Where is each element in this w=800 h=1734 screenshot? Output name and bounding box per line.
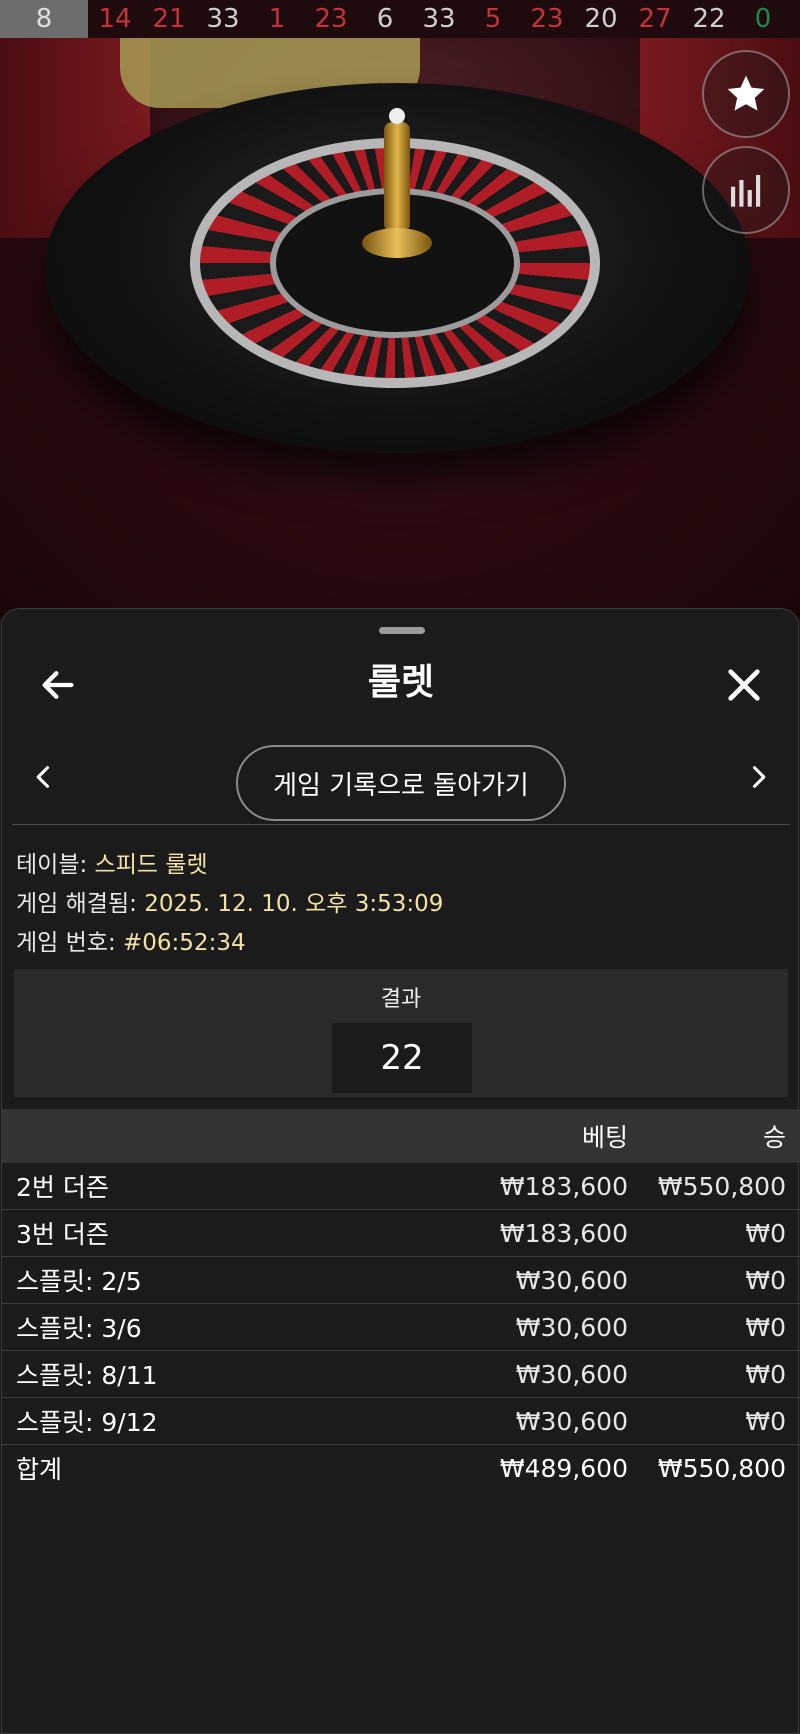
win-amount: ₩0 — [745, 1265, 786, 1295]
favorite-button[interactable] — [702, 50, 790, 138]
result-label: 결과 — [380, 987, 422, 1012]
game-number-label: 게임 번호: — [16, 930, 116, 956]
bet-amount: ₩183,600 — [499, 1218, 628, 1248]
result-panel: 결과 22 — [14, 969, 788, 1097]
history-result: 33 — [206, 4, 240, 34]
statistics-button[interactable] — [702, 146, 790, 234]
history-result: 27 — [638, 4, 672, 34]
table-row: 스플릿: 3/6 ₩30,600 ₩0 — [2, 1304, 800, 1351]
history-result: 0 — [754, 4, 772, 34]
total-label: 합계 — [16, 1455, 63, 1484]
column-header-win: 승 — [762, 1123, 786, 1152]
win-amount: ₩0 — [745, 1359, 786, 1389]
history-result: 21 — [152, 4, 186, 34]
result-number: 22 — [332, 1023, 472, 1093]
history-result: 6 — [376, 4, 394, 34]
win-amount: ₩0 — [745, 1406, 786, 1436]
table-row: 3번 더즌 ₩183,600 ₩0 — [2, 1210, 800, 1257]
roulette-ball — [389, 108, 405, 124]
table-row: 스플릿: 2/5 ₩30,600 ₩0 — [2, 1257, 800, 1304]
win-amount: ₩0 — [745, 1218, 786, 1248]
bet-amount: ₩183,600 — [499, 1171, 628, 1201]
chevron-left-icon — [36, 766, 50, 788]
resolved-info: 게임 해결됨: 2025. 12. 10. 오후 3:53:09 — [16, 884, 443, 918]
chevron-right-icon — [752, 766, 766, 788]
game-navigation: 게임 기록으로 돌아가기 — [2, 737, 800, 821]
bet-amount: ₩30,600 — [515, 1312, 628, 1342]
bar-chart-icon — [731, 175, 761, 207]
star-icon — [727, 75, 765, 111]
history-result: 33 — [422, 4, 456, 34]
history-result: 22 — [692, 4, 726, 34]
page-title: 룰렛 — [367, 662, 435, 703]
table-row: 2번 더즌 ₩183,600 ₩550,800 — [2, 1163, 800, 1210]
resolved-value: 2025. 12. 10. 오후 3:53:09 — [144, 891, 444, 917]
column-header-bet: 베팅 — [581, 1123, 628, 1152]
history-result: 23 — [314, 4, 348, 34]
total-row: 합계 ₩489,600 ₩550,800 — [2, 1445, 800, 1491]
table-row: 스플릿: 8/11 ₩30,600 ₩0 — [2, 1351, 800, 1398]
history-result: 20 — [584, 4, 618, 34]
bet-amount: ₩30,600 — [515, 1359, 628, 1389]
back-to-history-button[interactable]: 게임 기록으로 돌아가기 — [236, 745, 566, 821]
close-icon — [728, 669, 760, 701]
close-button[interactable] — [724, 665, 764, 705]
game-number-value: #06:52:34 — [123, 930, 246, 956]
bet-name: 스플릿: 2/5 — [16, 1267, 142, 1296]
bet-amount: ₩30,600 — [515, 1406, 628, 1436]
bet-name: 스플릿: 3/6 — [16, 1314, 142, 1343]
table-info: 테이블: 스피드 룰렛 — [16, 845, 208, 879]
live-video-feed — [0, 38, 800, 618]
bet-name: 스플릿: 9/12 — [16, 1408, 158, 1437]
sheet-header: 룰렛 — [2, 653, 800, 713]
total-bet: ₩489,600 — [499, 1453, 628, 1483]
win-amount: ₩550,800 — [657, 1171, 786, 1201]
sheet-drag-handle[interactable] — [379, 627, 425, 634]
resolved-label: 게임 해결됨: — [16, 891, 137, 917]
total-win: ₩550,800 — [657, 1453, 786, 1483]
win-amount: ₩0 — [745, 1312, 786, 1342]
bets-table: 베팅 승 2번 더즌 ₩183,600 ₩550,800 3번 더즌 ₩183,… — [2, 1109, 800, 1491]
previous-game-button[interactable] — [30, 763, 58, 791]
bet-name: 3번 더즌 — [16, 1220, 109, 1249]
history-latest-result: 8 — [0, 0, 88, 38]
next-game-button[interactable] — [744, 763, 772, 791]
game-number-info: 게임 번호: #06:52:34 — [16, 923, 246, 957]
history-result: 1 — [268, 4, 286, 34]
wheel-turret — [362, 108, 432, 268]
game-detail-sheet: 룰렛 게임 기록으로 돌아가기 테이블: 스피드 룰렛 게임 해결됨: 2025… — [1, 608, 800, 1734]
table-row: 스플릿: 9/12 ₩30,600 ₩0 — [2, 1398, 800, 1445]
history-result: 14 — [98, 4, 132, 34]
table-header: 베팅 승 — [2, 1109, 800, 1163]
bet-name: 스플릿: 8/11 — [16, 1361, 158, 1390]
result-history-strip: 8 14 21 33 1 23 6 33 5 23 20 27 22 0 — [0, 0, 800, 38]
history-result: 5 — [484, 4, 502, 34]
bet-amount: ₩30,600 — [515, 1265, 628, 1295]
table-value: 스피드 룰렛 — [94, 852, 208, 878]
divider — [12, 824, 790, 825]
bet-name: 2번 더즌 — [16, 1173, 109, 1202]
table-label: 테이블: — [16, 852, 88, 878]
history-result: 23 — [530, 4, 564, 34]
